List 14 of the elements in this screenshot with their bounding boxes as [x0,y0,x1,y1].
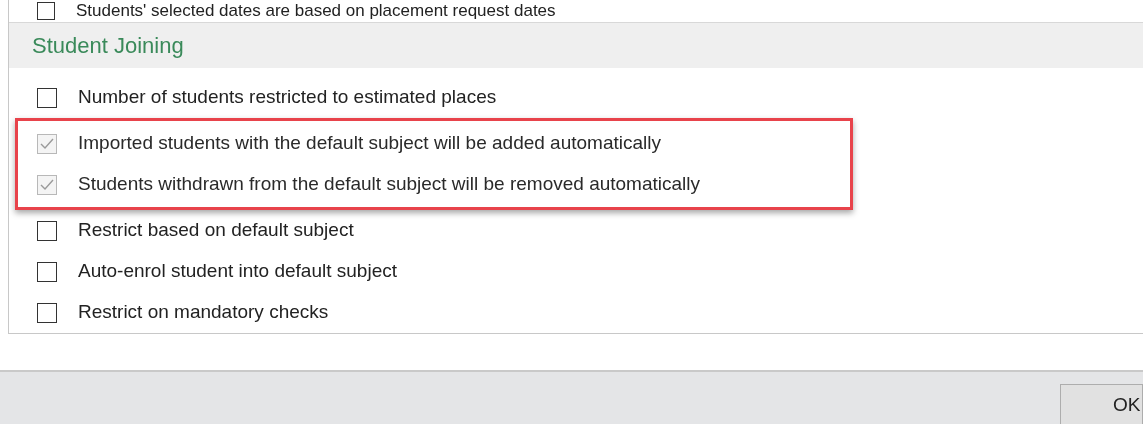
option-label: Restrict based on default subject [78,218,354,243]
ok-button[interactable]: OK [1060,384,1143,424]
checkbox[interactable] [37,261,57,282]
section-heading: Student Joining [32,32,184,60]
checkbox[interactable] [37,220,57,241]
option-label: Imported students with the default subject will be added automatically [78,131,661,156]
checkbox[interactable] [37,87,57,108]
option-label: Students withdrawn from the default subject will be removed automatically [78,172,701,197]
checkbox[interactable] [37,302,57,323]
option-label: Auto-enrol student into default subject [78,259,397,284]
option-label: Students' selected dates are based on placement request dates [76,0,556,23]
option-label: Restrict on mandatory checks [78,300,329,325]
option-label: Number of students restricted to estimated places [78,85,497,110]
checkbox[interactable] [37,2,55,20]
